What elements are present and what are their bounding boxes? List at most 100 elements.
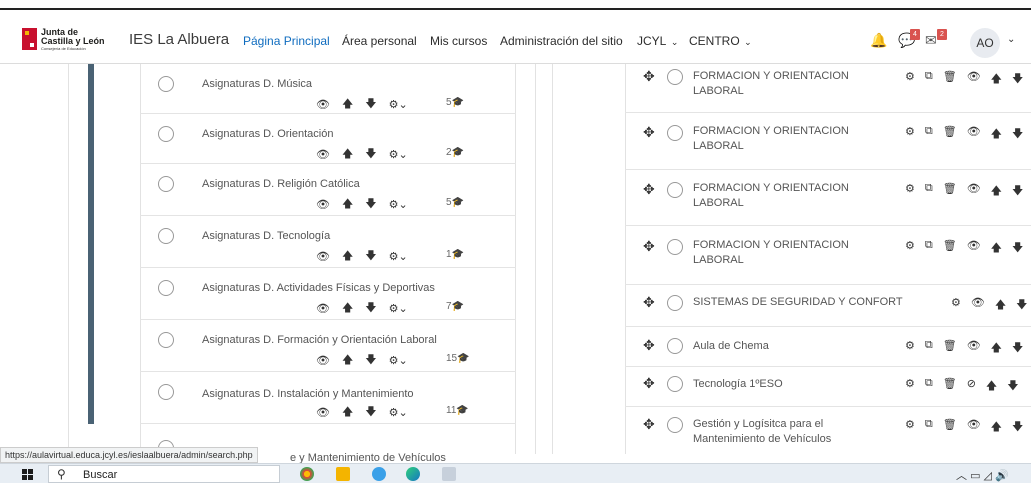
eye-icon[interactable]: 👁 [971,296,985,315]
arrow-up-icon[interactable]: 🡅 [342,145,353,164]
category-title[interactable]: Asignaturas D. Formación y Orientación L… [202,334,437,346]
wifi-icon[interactable]: ◿ [984,470,992,482]
chrome-icon[interactable] [300,467,314,481]
category-title[interactable]: Asignaturas D. Actividades Físicas y Dep… [202,282,435,294]
taskbar-search[interactable]: ⚲ Buscar [48,465,280,483]
course-title[interactable]: FORMACION Y ORIENTACION LABORAL [693,124,849,154]
nav-link-pagina-principal[interactable]: Página Principal [243,34,330,48]
category-title[interactable]: Asignaturas D. Religión Católica [202,178,360,190]
category-item-orientacion[interactable]: Asignaturas D. Orientación 👁 🡅 🡇 ⚙⌄ 2🎓 [140,114,516,164]
gear-icon[interactable]: ⚙ [905,377,915,396]
select-checkbox[interactable] [158,384,174,400]
course-title[interactable]: FORMACION Y ORIENTACION LABORAL [693,69,849,99]
system-tray[interactable]: ︿ ▭ ◿ 🔊 [956,467,1009,483]
trash-icon[interactable]: 🗑 [943,182,957,201]
course-title[interactable]: FORMACION Y ORIENTACION LABORAL [693,238,849,268]
category-item-formacion-orientacion[interactable]: Asignaturas D. Formación y Orientación L… [140,320,516,372]
gear-icon[interactable]: ⚙ [905,239,915,258]
arrow-up-icon[interactable]: 🡅 [986,377,997,396]
move-icon[interactable]: ✥ [643,124,655,141]
arrow-up-icon[interactable]: 🡅 [342,247,353,266]
select-checkbox[interactable] [667,295,683,311]
select-checkbox[interactable] [667,338,683,354]
avatar[interactable]: AO [970,28,1000,58]
arrow-down-icon[interactable]: 🡇 [1012,70,1023,89]
course-item[interactable]: ✥ FORMACION Y ORIENTACION LABORAL ⚙ ⧉ 🗑 👁 🡅 🡇 [625,226,1031,285]
arrow-up-icon[interactable]: 🡅 [991,418,1002,437]
select-checkbox[interactable] [158,332,174,348]
select-checkbox[interactable] [667,417,683,433]
course-item[interactable]: ✥ Aula de Chema ⚙ ⧉ 🗑 👁 🡅 🡇 [625,327,1031,367]
arrow-down-icon[interactable]: 🡇 [1016,296,1027,315]
eye-icon[interactable]: 👁 [316,98,330,111]
move-icon[interactable]: ✥ [643,294,655,311]
category-title[interactable]: Asignaturas D. Orientación [202,128,333,140]
move-icon[interactable]: ✥ [643,181,655,198]
category-item-religion[interactable]: Asignaturas D. Religión Católica 👁 🡅 🡇 ⚙⌄ 5… [140,164,516,216]
gear-icon[interactable]: ⚙⌄ [389,148,408,161]
arrow-up-icon[interactable]: 🡅 [342,195,353,214]
eye-icon[interactable]: 👁 [967,70,981,89]
envelope-icon[interactable]: ✉ [925,32,937,49]
arrow-down-icon[interactable]: 🡇 [365,95,376,114]
arrow-up-icon[interactable]: 🡅 [342,95,353,114]
select-checkbox[interactable] [158,280,174,296]
course-title[interactable]: Aula de Chema [693,339,769,354]
eye-icon[interactable]: 👁 [967,418,981,437]
copy-icon[interactable]: ⧉ [925,339,933,358]
arrow-down-icon[interactable]: 🡇 [1012,339,1023,358]
copy-icon[interactable]: ⧉ [925,70,933,89]
category-item-tecnologia[interactable]: Asignaturas D. Tecnología 👁 🡅 🡇 ⚙⌄ 1🎓 [140,216,516,268]
gear-icon[interactable]: ⚙⌄ [389,198,408,211]
eye-icon[interactable]: 👁 [316,406,330,419]
nav-link-area-personal[interactable]: Área personal [342,34,417,48]
select-checkbox[interactable] [667,69,683,85]
category-item-instalacion[interactable]: Asignaturas D. Instalación y Mantenimien… [140,372,516,424]
course-item[interactable]: ✥ FORMACION Y ORIENTACION LABORAL ⚙ ⧉ 🗑 👁 🡅 🡇 [625,113,1031,170]
course-item[interactable]: ✥ FORMACION Y ORIENTACION LABORAL ⚙ ⧉ 🗑 👁 🡅 🡇 [625,170,1031,226]
course-item[interactable]: ✥ FORMACION Y ORIENTACION LABORAL ⚙ ⧉ 🗑 👁 🡅 🡇 [625,64,1031,113]
course-title[interactable]: FORMACION Y ORIENTACION LABORAL [693,181,849,211]
arrow-down-icon[interactable]: 🡇 [365,145,376,164]
move-icon[interactable]: ✥ [643,238,655,255]
arrow-down-icon[interactable]: 🡇 [1012,125,1023,144]
select-checkbox[interactable] [667,376,683,392]
move-icon[interactable]: ✥ [643,337,655,354]
eye-icon[interactable]: 👁 [967,339,981,358]
eye-icon[interactable]: 👁 [967,125,981,144]
arrow-up-icon[interactable]: 🡅 [991,239,1002,258]
trash-icon[interactable]: 🗑 [943,339,957,358]
trash-icon[interactable]: 🗑 [943,125,957,144]
gear-icon[interactable]: ⚙⌄ [389,354,408,367]
arrow-up-icon[interactable]: 🡅 [991,70,1002,89]
file-explorer-icon[interactable] [336,467,350,481]
eye-icon[interactable]: 👁 [967,239,981,258]
gear-icon[interactable]: ⚙ [905,182,915,201]
gear-icon[interactable]: ⚙⌄ [389,406,408,419]
arrow-up-icon[interactable]: 🡅 [991,125,1002,144]
select-checkbox[interactable] [667,239,683,255]
edge-icon[interactable] [406,467,420,481]
gear-icon[interactable]: ⚙ [905,418,915,437]
gear-icon[interactable]: ⚙ [951,296,961,315]
copy-icon[interactable]: ⧉ [925,239,933,258]
trash-icon[interactable]: 🗑 [943,377,957,396]
gear-icon[interactable]: ⚙ [905,339,915,358]
arrow-up-icon[interactable]: 🡅 [342,351,353,370]
course-title[interactable]: Tecnología 1ºESO [693,377,783,392]
arrow-down-icon[interactable]: 🡇 [365,403,376,422]
eye-icon[interactable]: 👁 [316,250,330,263]
internet-explorer-icon[interactable] [372,467,386,481]
gear-icon[interactable]: ⚙⌄ [389,98,408,111]
eye-icon[interactable]: 👁 [316,354,330,367]
copy-icon[interactable]: ⧉ [925,377,933,396]
arrow-up-icon[interactable]: 🡅 [991,339,1002,358]
arrow-down-icon[interactable]: 🡇 [365,351,376,370]
eye-slash-icon[interactable]: ⊘ [967,377,976,396]
gear-icon[interactable]: ⚙ [905,70,915,89]
select-checkbox[interactable] [158,76,174,92]
course-item[interactable]: ✥ SISTEMAS DE SEGURIDAD Y CONFORT ⚙ 👁 🡅 🡇 [625,285,1031,327]
nav-menu-jcyl[interactable]: JCYL ⌄ [637,34,678,48]
select-checkbox[interactable] [158,176,174,192]
copy-icon[interactable]: ⧉ [925,125,933,144]
